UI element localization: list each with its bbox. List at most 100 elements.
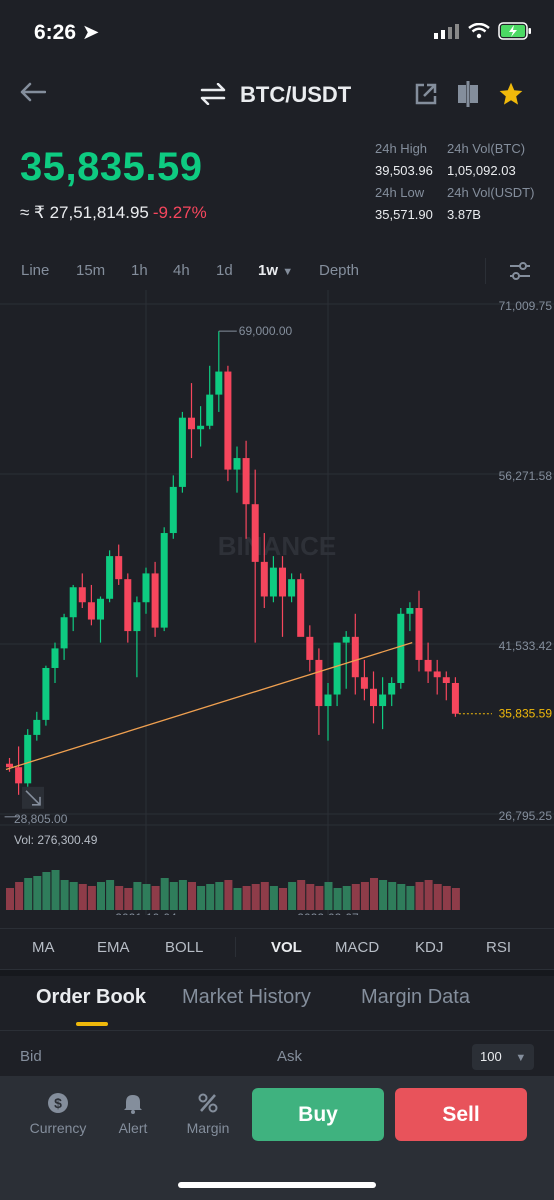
candle-body [315,659,323,707]
volume-bar [87,886,96,910]
dollar-icon: $ [48,1093,68,1113]
volume-bar [188,882,196,910]
candle-body [269,567,277,597]
stat-label: 24h Low [375,185,425,200]
stat-value: 3.87B [447,207,481,222]
volume-bar [424,880,433,910]
interval-tab-1h[interactable]: 1h [131,262,148,279]
chevron-down-icon: ▼ [282,266,294,278]
y-tick-label: 56,271.58 [499,469,553,483]
volume-bar [324,882,333,910]
status-icons [434,22,532,40]
volume-bar [206,884,215,910]
volume-bar [433,884,442,910]
volume-bar [351,884,360,910]
volume-bar [370,878,378,910]
volume-bar [133,882,142,910]
volume-bar [51,870,60,910]
section-divider [0,970,554,976]
y-tick-label: 71,009.75 [499,299,553,313]
interval-tab-4h[interactable]: 4h [173,262,190,279]
tab-margin-data[interactable]: Margin Data [361,986,470,1009]
stat-label: 24h Vol(USDT) [447,185,535,200]
depth-select[interactable]: 100 ▼ [472,1044,534,1070]
candle-body [260,561,268,597]
candle-body [279,567,286,597]
currency-button[interactable]: $ Currency [28,1092,88,1136]
sell-button[interactable]: Sell [395,1088,527,1141]
wifi-icon [468,23,490,39]
candle-body [251,504,259,562]
buy-button[interactable]: Buy [252,1088,384,1141]
volume-bar [224,880,233,910]
candle-body [442,677,450,683]
candle-body [133,602,141,632]
trend-line [5,641,413,771]
interval-tab-1d[interactable]: 1d [216,262,233,279]
volume-bar [124,888,133,910]
tab-market-history[interactable]: Market History [182,986,311,1009]
volume-bar [78,884,87,910]
alert-button[interactable]: Alert [103,1092,163,1136]
volume-bar [406,886,415,910]
volume-bar [279,888,287,910]
volume-bar [42,872,51,910]
volume-bar [288,882,297,910]
y-tick-label: 41,533.42 [499,639,553,653]
indicator-tab-rsi[interactable]: RSI [486,939,511,956]
candle-body [169,486,177,534]
margin-button[interactable]: Margin [178,1092,238,1136]
volume-bar [306,884,315,910]
indicator-tab-boll[interactable]: BOLL [165,939,203,956]
candle-body [78,587,86,603]
interval-tab-depth[interactable]: Depth [319,262,359,279]
candle-body [288,579,296,597]
candle-body [69,587,77,618]
interval-tab-1w[interactable]: 1w ▼ [258,262,293,279]
swap-icon[interactable] [200,83,226,105]
candle-body [360,677,368,689]
candle-body [415,608,423,660]
candle-body [333,642,341,695]
volume-bar [197,886,206,910]
candle-body [160,533,168,628]
volume-bar [269,886,278,910]
volume-bar [97,882,105,910]
candle-body [406,608,414,614]
candlestick-chart[interactable]: 71,009.75 56,271.58 41,533.42 26,795.25 BINA… [0,290,554,915]
bell-icon [124,1095,142,1114]
volume-bar [242,886,251,910]
indicator-tab-vol[interactable]: VOL [271,939,302,956]
chart-settings-icon[interactable] [508,260,532,282]
candle-body [15,767,23,784]
interval-tab-line[interactable]: Line [21,262,49,279]
fullscreen-icon[interactable] [456,81,480,107]
share-icon[interactable] [414,82,438,106]
high-price-label: 69,000.00 [239,324,293,338]
indicator-tab-kdj[interactable]: KDJ [415,939,443,956]
pair-title[interactable]: BTC/USDT [240,82,351,108]
candle-body [42,667,50,720]
candle-body [178,417,186,487]
back-arrow-icon[interactable] [20,82,46,102]
volume-bar [260,882,269,910]
indicator-tab-ma[interactable]: MA [32,939,55,956]
tab-order-book[interactable]: Order Book [36,986,146,1009]
indicator-tab-macd[interactable]: MACD [335,939,379,956]
volume-bar [297,880,306,910]
candle-body [451,682,459,714]
interval-tab-15m[interactable]: 15m [76,262,105,279]
candle-body [188,417,195,430]
candle-body [306,636,314,660]
signal-icon [434,24,459,39]
status-time: 6:26 ➤ [34,21,100,44]
low-price-label: 28,805.00 [14,812,68,826]
candle-body [151,573,159,628]
candle-body [6,763,13,768]
chevron-down-icon: ▼ [515,1052,527,1064]
indicator-tab-ema[interactable]: EMA [97,939,130,956]
candle-body [397,613,405,683]
volume-bar [315,886,324,910]
favorite-star-icon[interactable] [498,81,524,107]
volume-bar [151,886,160,910]
